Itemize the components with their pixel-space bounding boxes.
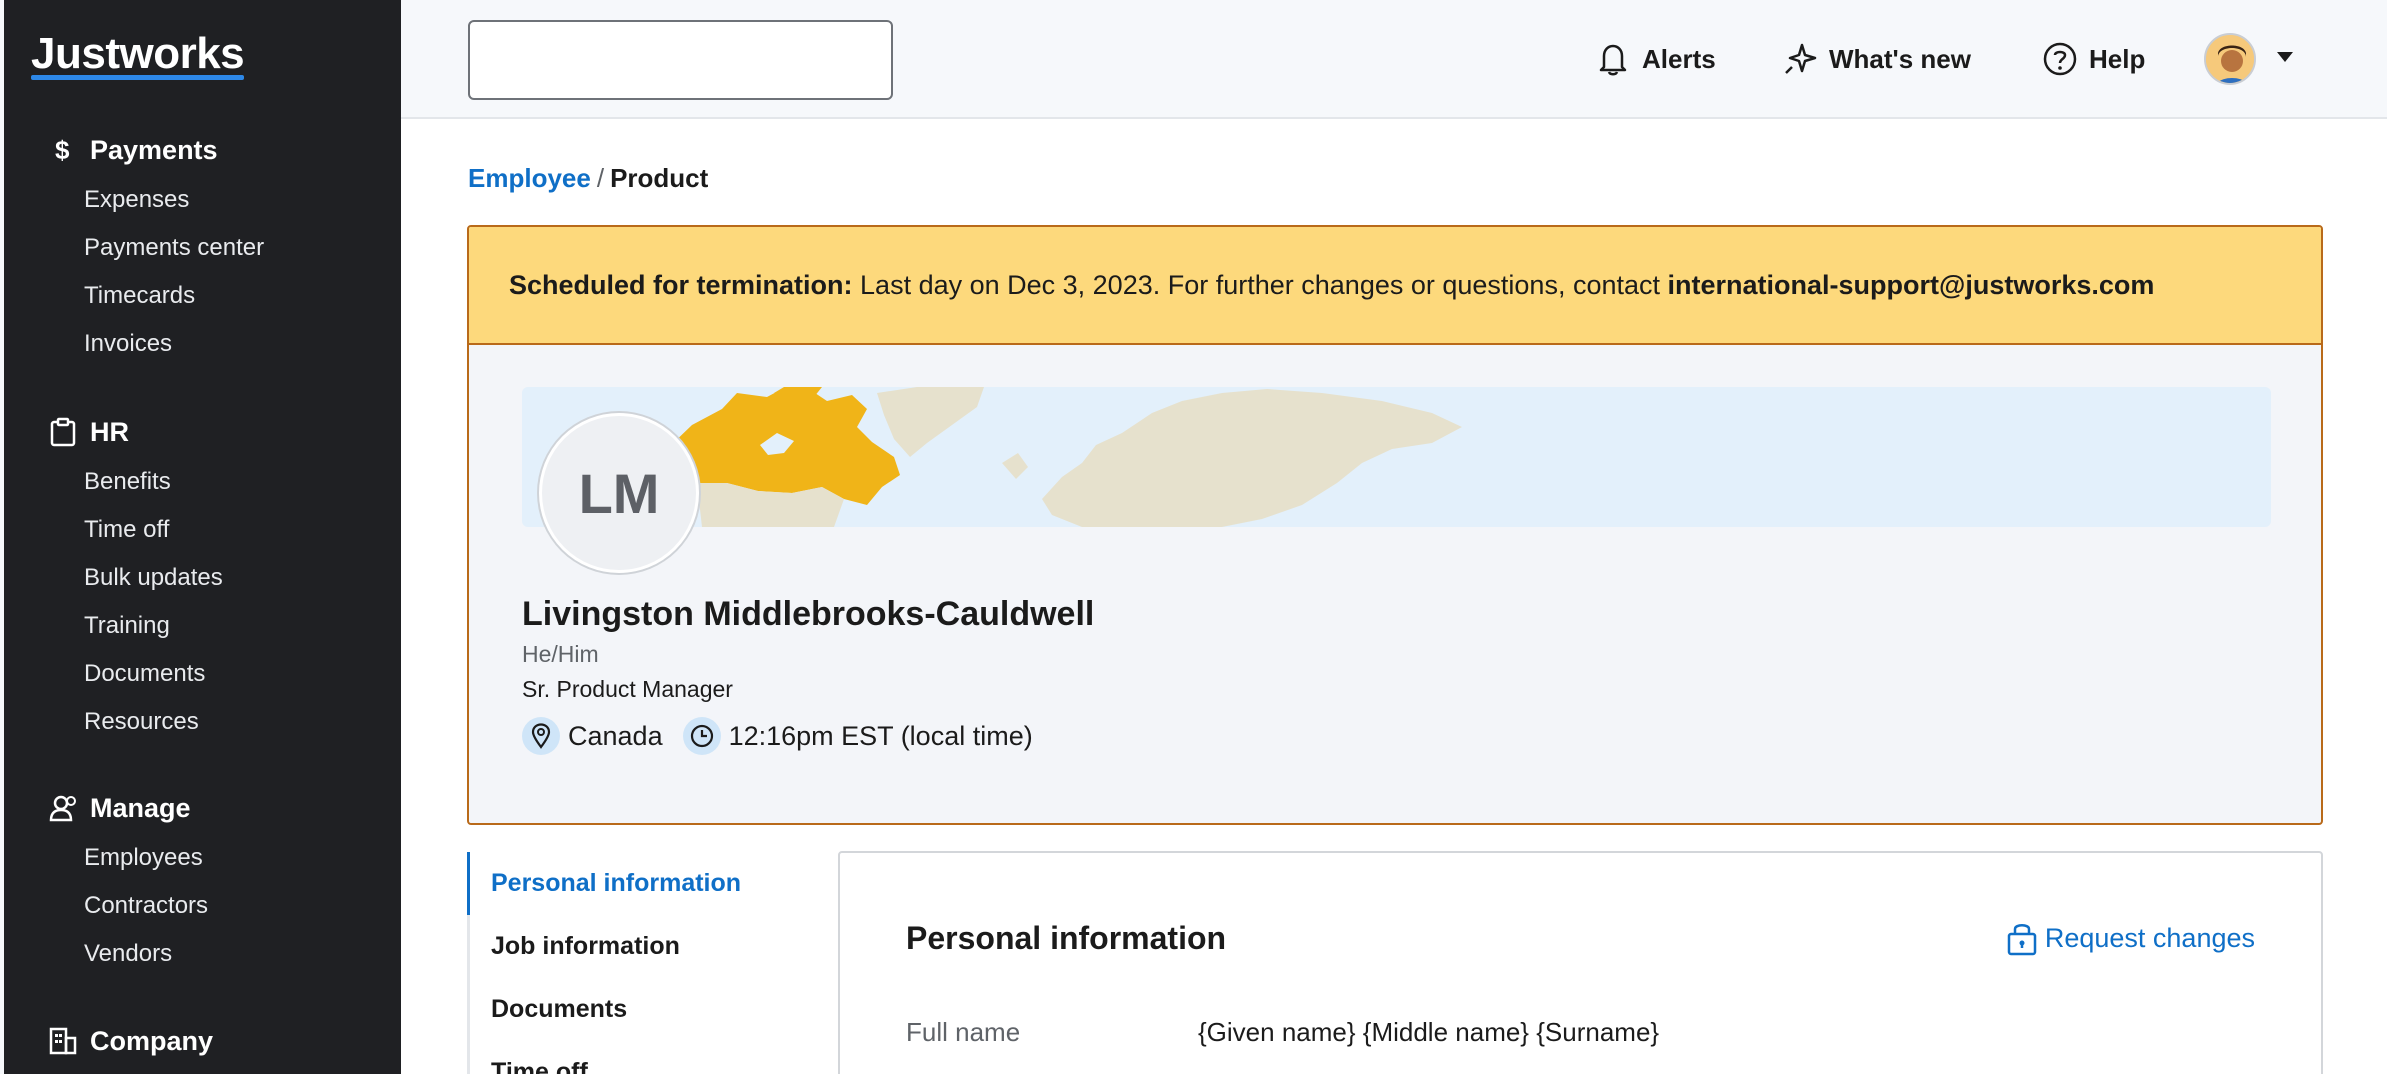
lock-icon	[2005, 919, 2039, 957]
people-icon	[48, 793, 78, 823]
sidebar-heading-company[interactable]: Company	[4, 1021, 401, 1061]
alerts-button[interactable]: Alerts	[1594, 38, 1716, 80]
employee-card: Scheduled for termination: Last day on D…	[467, 225, 2323, 825]
help-icon	[2041, 40, 2079, 78]
sidebar-section-manage: Manage Employees Contractors Vendors	[4, 788, 401, 978]
sidebar-heading-label: HR	[90, 416, 129, 447]
chevron-down-icon[interactable]	[2277, 52, 2293, 62]
help-label: Help	[2089, 43, 2146, 74]
location-map	[522, 387, 2271, 527]
employee-name: Livingston Middlebrooks-Cauldwell	[522, 595, 1095, 633]
banner-email[interactable]: international-support@justworks.com	[1668, 270, 2155, 301]
subnav-time-off[interactable]: Time off	[467, 1041, 827, 1074]
breadcrumb-separator: /	[596, 163, 605, 193]
full-name-label: Full name	[906, 1017, 1021, 1047]
request-changes-label: Request changes	[2044, 922, 2255, 953]
sidebar-item-expenses[interactable]: Expenses	[4, 176, 401, 224]
sidebar-item-bulk-updates[interactable]: Bulk updates	[4, 554, 401, 602]
svg-text:$: $	[55, 135, 70, 165]
sidebar-item-timecards[interactable]: Timecards	[4, 272, 401, 320]
sidebar-item-benefits[interactable]: Benefits	[4, 458, 401, 506]
sidebar-item-contractors[interactable]: Contractors	[4, 882, 401, 930]
user-avatar[interactable]	[2204, 33, 2256, 85]
sidebar-item-invoices[interactable]: Invoices	[4, 320, 401, 368]
employee-location: Canada	[568, 720, 663, 751]
subnav-personal-information[interactable]: Personal information	[467, 852, 827, 915]
sidebar-item-resources[interactable]: Resources	[4, 698, 401, 746]
employee-local-time: 12:16pm EST (local time)	[728, 720, 1033, 751]
location-pin-icon	[522, 717, 560, 755]
alerts-label: Alerts	[1642, 43, 1716, 74]
termination-banner: Scheduled for termination: Last day on D…	[469, 227, 2321, 345]
sidebar-heading-label: Manage	[90, 792, 191, 823]
clipboard-icon	[48, 417, 78, 447]
sidebar-item-payments-center[interactable]: Payments center	[4, 224, 401, 272]
employee-job-title: Sr. Product Manager	[522, 676, 733, 702]
top-bar: Alerts What's new Help	[401, 0, 2387, 119]
app-root: Justworks $ Payments Expenses Payments c…	[0, 0, 2387, 1074]
building-icon	[48, 1026, 78, 1056]
sidebar-section-hr: HR Benefits Time off Bulk updates Traini…	[4, 412, 401, 746]
panel-title: Personal information	[906, 920, 1227, 956]
sidebar-item-employees[interactable]: Employees	[4, 834, 401, 882]
employee-initials-avatar: LM	[539, 413, 699, 573]
sidebar-heading-label: Company	[90, 1025, 214, 1056]
sidebar-heading-payments[interactable]: $ Payments	[4, 130, 401, 170]
personal-information-panel: Personal information Request changes Ful…	[838, 851, 2323, 1074]
sidebar-item-time-off[interactable]: Time off	[4, 506, 401, 554]
breadcrumb-employee-link[interactable]: Employee	[468, 163, 591, 193]
sidebar-item-training[interactable]: Training	[4, 602, 401, 650]
subnav-job-information[interactable]: Job information	[467, 915, 827, 978]
help-button[interactable]: Help	[2041, 38, 2145, 80]
sidebar-section-company: Company	[4, 1021, 401, 1061]
breadcrumb: Employee / Product	[468, 162, 708, 194]
sidebar-heading-manage[interactable]: Manage	[4, 788, 401, 828]
sidebar-heading-label: Payments	[90, 134, 218, 165]
employee-meta: Canada 12:16pm EST (local time)	[522, 717, 1033, 755]
search-input[interactable]	[468, 20, 893, 100]
justworks-logo[interactable]: Justworks	[31, 30, 245, 80]
sidebar: Justworks $ Payments Expenses Payments c…	[0, 0, 401, 1074]
whats-new-label: What's new	[1829, 43, 1971, 74]
employee-pronouns: He/Him	[522, 641, 599, 667]
breadcrumb-current: Product	[610, 163, 709, 193]
sidebar-section-payments: $ Payments Expenses Payments center Time…	[4, 130, 401, 368]
bell-icon	[1594, 40, 1632, 78]
subnav-documents[interactable]: Documents	[467, 978, 827, 1041]
full-name-value: {Given name} {Middle name} {Surname}	[1198, 1017, 1660, 1047]
clock-icon	[682, 717, 721, 755]
whats-new-button[interactable]: What's new	[1781, 38, 1971, 80]
sparkle-icon	[1781, 40, 1819, 78]
sidebar-heading-hr[interactable]: HR	[4, 412, 401, 452]
sidebar-item-vendors[interactable]: Vendors	[4, 930, 401, 978]
request-changes-button[interactable]: Request changes	[2005, 919, 2255, 957]
banner-label: Scheduled for termination:	[509, 269, 853, 300]
sidebar-item-documents[interactable]: Documents	[4, 650, 401, 698]
banner-message: Last day on Dec 3, 2023. For further cha…	[852, 269, 1668, 300]
dollar-icon: $	[48, 135, 78, 165]
profile-subnav: Personal information Job information Doc…	[467, 852, 827, 1074]
